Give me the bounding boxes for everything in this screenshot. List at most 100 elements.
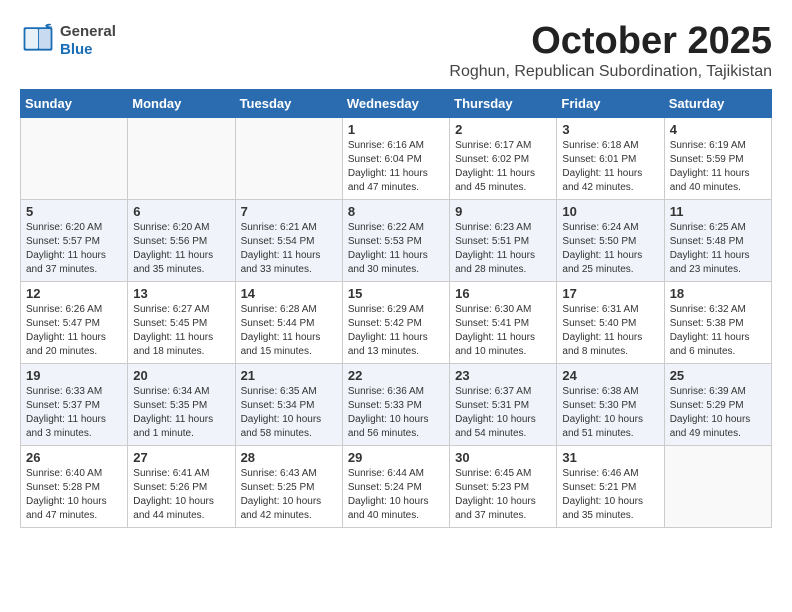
- day-number: 8: [348, 204, 444, 219]
- day-info: Sunrise: 6:40 AM Sunset: 5:28 PM Dayligh…: [26, 467, 122, 523]
- day-info: Sunrise: 6:19 AM Sunset: 5:59 PM Dayligh…: [670, 139, 766, 195]
- day-number: 21: [241, 368, 337, 383]
- day-info: Sunrise: 6:21 AM Sunset: 5:54 PM Dayligh…: [241, 221, 337, 277]
- day-number: 28: [241, 450, 337, 465]
- day-number: 26: [26, 450, 122, 465]
- day-of-week-header: Friday: [557, 90, 664, 118]
- title-section: October 2025 Roghun, Republican Subordin…: [449, 20, 772, 81]
- logo: General Blue: [20, 20, 116, 61]
- calendar-cell: 4 Sunrise: 6:19 AM Sunset: 5:59 PM Daylig…: [664, 118, 771, 200]
- day-of-week-header: Wednesday: [342, 90, 449, 118]
- day-number: 9: [455, 204, 551, 219]
- day-info: Sunrise: 6:23 AM Sunset: 5:51 PM Dayligh…: [455, 221, 551, 277]
- day-info: Sunrise: 6:36 AM Sunset: 5:33 PM Dayligh…: [348, 385, 444, 441]
- calendar-cell: 22 Sunrise: 6:36 AM Sunset: 5:33 PM Dayli…: [342, 364, 449, 446]
- day-info: Sunrise: 6:35 AM Sunset: 5:34 PM Dayligh…: [241, 385, 337, 441]
- day-of-week-header: Tuesday: [235, 90, 342, 118]
- calendar-cell: [128, 118, 235, 200]
- calendar-header-row: SundayMondayTuesdayWednesdayThursdayFrid…: [21, 90, 772, 118]
- day-info: Sunrise: 6:17 AM Sunset: 6:02 PM Dayligh…: [455, 139, 551, 195]
- calendar-cell: 30 Sunrise: 6:45 AM Sunset: 5:23 PM Dayli…: [450, 446, 557, 528]
- day-info: Sunrise: 6:24 AM Sunset: 5:50 PM Dayligh…: [562, 221, 658, 277]
- day-info: Sunrise: 6:28 AM Sunset: 5:44 PM Dayligh…: [241, 303, 337, 359]
- day-number: 11: [670, 204, 766, 219]
- page-header: General Blue October 2025 Roghun, Republ…: [20, 20, 772, 81]
- day-number: 27: [133, 450, 229, 465]
- day-number: 3: [562, 122, 658, 137]
- logo-icon: [20, 20, 56, 61]
- calendar-cell: 19 Sunrise: 6:33 AM Sunset: 5:37 PM Dayli…: [21, 364, 128, 446]
- day-info: Sunrise: 6:22 AM Sunset: 5:53 PM Dayligh…: [348, 221, 444, 277]
- day-number: 12: [26, 286, 122, 301]
- calendar-cell: 12 Sunrise: 6:26 AM Sunset: 5:47 PM Dayli…: [21, 282, 128, 364]
- day-number: 13: [133, 286, 229, 301]
- day-number: 1: [348, 122, 444, 137]
- day-info: Sunrise: 6:45 AM Sunset: 5:23 PM Dayligh…: [455, 467, 551, 523]
- day-number: 15: [348, 286, 444, 301]
- calendar-cell: 15 Sunrise: 6:29 AM Sunset: 5:42 PM Dayli…: [342, 282, 449, 364]
- day-number: 7: [241, 204, 337, 219]
- day-number: 22: [348, 368, 444, 383]
- calendar-cell: 26 Sunrise: 6:40 AM Sunset: 5:28 PM Dayli…: [21, 446, 128, 528]
- day-info: Sunrise: 6:33 AM Sunset: 5:37 PM Dayligh…: [26, 385, 122, 441]
- calendar-cell: 17Sunrise: 6:31 AM Sunset: 5:40 PM Dayli…: [557, 282, 664, 364]
- month-title: October 2025: [449, 20, 772, 63]
- day-info: Sunrise: 6:20 AM Sunset: 5:56 PM Dayligh…: [133, 221, 229, 277]
- day-number: 5: [26, 204, 122, 219]
- calendar-cell: 3 Sunrise: 6:18 AM Sunset: 6:01 PM Daylig…: [557, 118, 664, 200]
- day-info: Sunrise: 6:37 AM Sunset: 5:31 PM Dayligh…: [455, 385, 551, 441]
- calendar-cell: 6 Sunrise: 6:20 AM Sunset: 5:56 PM Daylig…: [128, 200, 235, 282]
- day-info: Sunrise: 6:38 AM Sunset: 5:30 PM Dayligh…: [562, 385, 658, 441]
- day-info: Sunrise: 6:18 AM Sunset: 6:01 PM Dayligh…: [562, 139, 658, 195]
- calendar-cell: 23 Sunrise: 6:37 AM Sunset: 5:31 PM Dayli…: [450, 364, 557, 446]
- calendar-week-row: 26 Sunrise: 6:40 AM Sunset: 5:28 PM Dayli…: [21, 446, 772, 528]
- calendar-cell: 10 Sunrise: 6:24 AM Sunset: 5:50 PM Dayli…: [557, 200, 664, 282]
- calendar-week-row: 1 Sunrise: 6:16 AM Sunset: 6:04 PM Daylig…: [21, 118, 772, 200]
- day-number: 16: [455, 286, 551, 301]
- day-number: 6: [133, 204, 229, 219]
- calendar-week-row: 19 Sunrise: 6:33 AM Sunset: 5:37 PM Dayli…: [21, 364, 772, 446]
- calendar-cell: 31Sunrise: 6:46 AM Sunset: 5:21 PM Dayli…: [557, 446, 664, 528]
- day-number: 17: [562, 286, 658, 301]
- day-of-week-header: Sunday: [21, 90, 128, 118]
- calendar-cell: [235, 118, 342, 200]
- day-info: Sunrise: 6:25 AM Sunset: 5:48 PM Dayligh…: [670, 221, 766, 277]
- day-info: Sunrise: 6:30 AM Sunset: 5:41 PM Dayligh…: [455, 303, 551, 359]
- day-info: Sunrise: 6:29 AM Sunset: 5:42 PM Dayligh…: [348, 303, 444, 359]
- day-number: 4: [670, 122, 766, 137]
- calendar-cell: 21 Sunrise: 6:35 AM Sunset: 5:34 PM Dayli…: [235, 364, 342, 446]
- calendar-cell: 1 Sunrise: 6:16 AM Sunset: 6:04 PM Daylig…: [342, 118, 449, 200]
- day-info: Sunrise: 6:26 AM Sunset: 5:47 PM Dayligh…: [26, 303, 122, 359]
- day-info: Sunrise: 6:32 AM Sunset: 5:38 PM Dayligh…: [670, 303, 766, 359]
- calendar-cell: 27Sunrise: 6:41 AM Sunset: 5:26 PM Dayli…: [128, 446, 235, 528]
- day-number: 30: [455, 450, 551, 465]
- day-info: Sunrise: 6:39 AM Sunset: 5:29 PM Dayligh…: [670, 385, 766, 441]
- calendar-cell: 29Sunrise: 6:44 AM Sunset: 5:24 PM Dayli…: [342, 446, 449, 528]
- day-info: Sunrise: 6:43 AM Sunset: 5:25 PM Dayligh…: [241, 467, 337, 523]
- calendar-week-row: 12 Sunrise: 6:26 AM Sunset: 5:47 PM Dayli…: [21, 282, 772, 364]
- day-info: Sunrise: 6:16 AM Sunset: 6:04 PM Dayligh…: [348, 139, 444, 195]
- day-number: 19: [26, 368, 122, 383]
- day-info: Sunrise: 6:44 AM Sunset: 5:24 PM Dayligh…: [348, 467, 444, 523]
- calendar-cell: 25Sunrise: 6:39 AM Sunset: 5:29 PM Dayli…: [664, 364, 771, 446]
- day-info: Sunrise: 6:46 AM Sunset: 5:21 PM Dayligh…: [562, 467, 658, 523]
- day-number: 23: [455, 368, 551, 383]
- calendar-cell: [664, 446, 771, 528]
- day-of-week-header: Monday: [128, 90, 235, 118]
- day-number: 24: [562, 368, 658, 383]
- calendar-cell: 13Sunrise: 6:27 AM Sunset: 5:45 PM Dayli…: [128, 282, 235, 364]
- day-of-week-header: Saturday: [664, 90, 771, 118]
- logo-wordmark: General Blue: [60, 23, 116, 59]
- day-number: 14: [241, 286, 337, 301]
- day-number: 20: [133, 368, 229, 383]
- calendar-table: SundayMondayTuesdayWednesdayThursdayFrid…: [20, 89, 772, 528]
- calendar-cell: 14 Sunrise: 6:28 AM Sunset: 5:44 PM Dayli…: [235, 282, 342, 364]
- calendar-cell: 20Sunrise: 6:34 AM Sunset: 5:35 PM Dayli…: [128, 364, 235, 446]
- calendar-cell: 11 Sunrise: 6:25 AM Sunset: 5:48 PM Dayli…: [664, 200, 771, 282]
- day-number: 10: [562, 204, 658, 219]
- day-number: 18: [670, 286, 766, 301]
- location-subtitle: Roghun, Republican Subordination, Tajiki…: [449, 63, 772, 81]
- calendar-cell: 8 Sunrise: 6:22 AM Sunset: 5:53 PM Daylig…: [342, 200, 449, 282]
- calendar-cell: [21, 118, 128, 200]
- day-number: 2: [455, 122, 551, 137]
